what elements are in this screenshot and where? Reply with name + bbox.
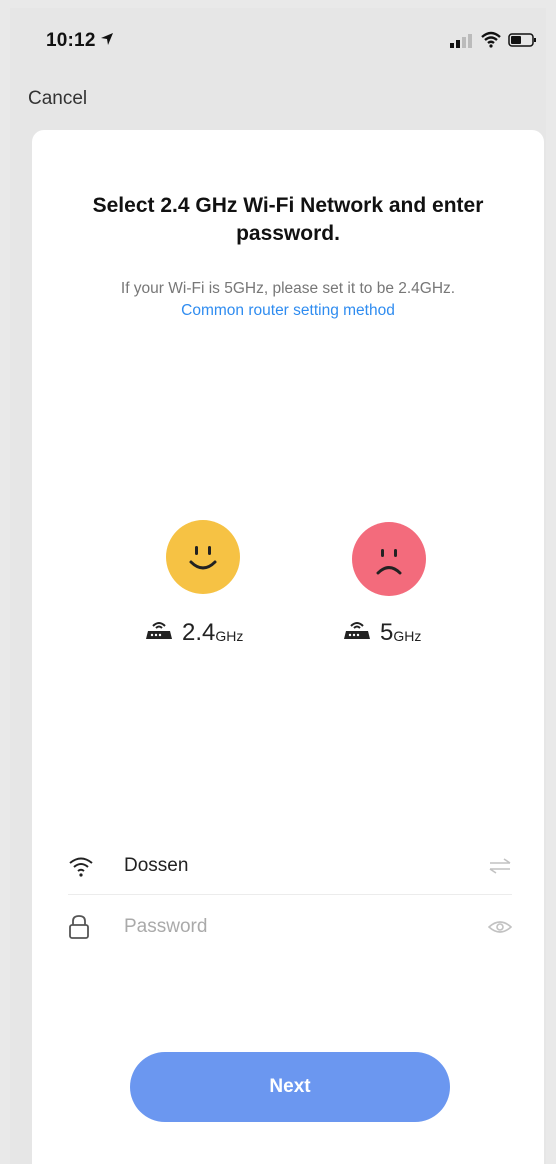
sad-face-icon	[352, 522, 426, 596]
battery-icon	[508, 33, 538, 52]
page-title: Select 2.4 GHz Wi-Fi Network and enter p…	[92, 194, 484, 245]
band-5ghz: 5 GHz	[342, 618, 421, 645]
switch-network-icon[interactable]	[482, 858, 512, 874]
router-icon	[342, 618, 372, 645]
location-arrow-icon	[100, 32, 114, 51]
wifi-icon	[480, 30, 502, 53]
ssid-value[interactable]: Dossen	[124, 855, 482, 877]
status-time: 10:12	[46, 30, 96, 51]
band-unit: GHz	[215, 628, 244, 644]
status-bar: 10:12	[10, 8, 546, 76]
cellular-signal-icon	[450, 34, 472, 53]
router-setting-link[interactable]: Common router setting method	[52, 302, 524, 320]
next-button[interactable]: Next	[130, 1052, 450, 1122]
lock-icon	[68, 914, 124, 940]
router-icon	[144, 618, 174, 645]
show-password-eye-icon[interactable]	[482, 919, 512, 935]
band-2-4ghz: 2.4 GHz	[144, 618, 243, 645]
band-value: 5	[380, 619, 394, 646]
password-row[interactable]	[68, 902, 512, 952]
password-input[interactable]	[124, 916, 482, 938]
wifi-icon	[68, 855, 124, 877]
happy-face-icon	[166, 520, 240, 594]
band-value: 2.4	[182, 619, 216, 646]
band-unit: GHz	[393, 628, 422, 644]
hint-text: If your Wi-Fi is 5GHz, please set it to …	[120, 280, 456, 297]
ssid-row[interactable]: Dossen	[68, 838, 512, 895]
wifi-setup-card: Select 2.4 GHz Wi-Fi Network and enter p…	[32, 130, 544, 1164]
cancel-button[interactable]: Cancel	[28, 88, 87, 110]
phone-screen: 10:12 Cancel Select 2.4 GHz Wi-Fi Networ…	[10, 8, 546, 1164]
